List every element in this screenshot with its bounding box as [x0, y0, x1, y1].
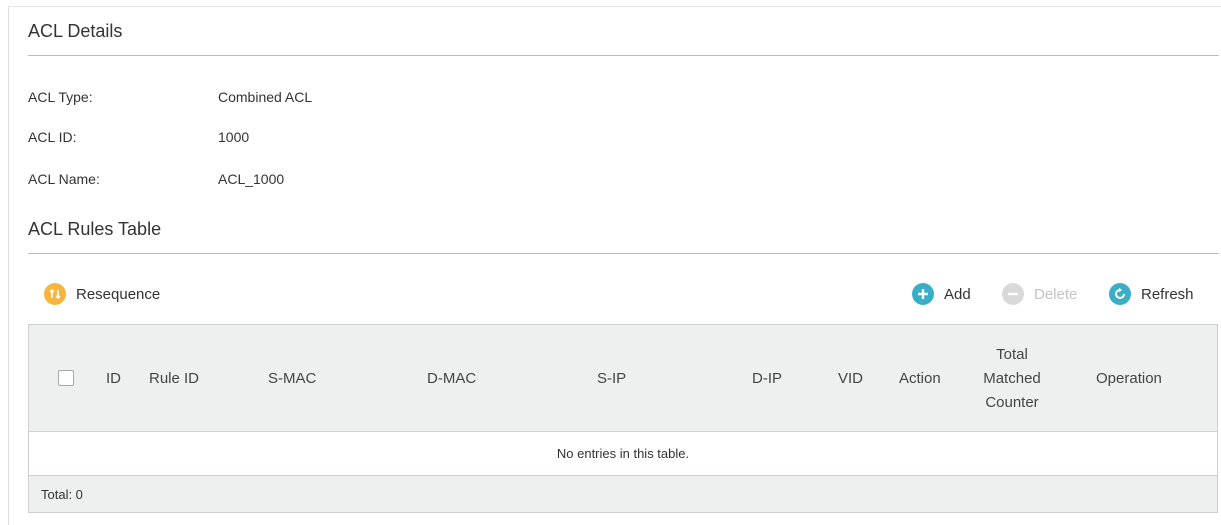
col-total-line3: Counter — [985, 393, 1039, 411]
refresh-label: Refresh — [1141, 285, 1194, 303]
acl-name-label: ACL Name: — [28, 171, 100, 187]
acl-details-divider — [28, 55, 1219, 56]
acl-rules-divider — [28, 253, 1219, 254]
acl-type-value: Combined ACL — [218, 89, 313, 105]
acl-rules-title: ACL Rules Table — [28, 219, 162, 239]
col-d-ip[interactable]: D-IP — [752, 325, 782, 432]
empty-table-message: No entries in this table. — [29, 432, 1217, 476]
acl-id-label: ACL ID: — [28, 129, 77, 145]
col-d-mac[interactable]: D-MAC — [427, 325, 476, 432]
col-id[interactable]: ID — [106, 325, 121, 432]
add-button[interactable]: Add — [912, 282, 971, 306]
select-all-checkbox[interactable] — [58, 370, 74, 386]
delete-label: Delete — [1034, 285, 1078, 303]
acl-panel: ACL Details ACL Type: Combined ACL ACL I… — [8, 6, 1221, 525]
table-header: ID Rule ID S-MAC D-MAC S-IP D-IP VID Act… — [29, 325, 1217, 432]
refresh-button[interactable]: Refresh — [1109, 282, 1194, 306]
add-label: Add — [944, 285, 971, 303]
acl-name-value: ACL_1000 — [218, 171, 285, 187]
plus-circle-icon — [912, 283, 934, 305]
minus-circle-icon — [1002, 283, 1024, 305]
col-operation[interactable]: Operation — [1096, 325, 1162, 432]
delete-button[interactable]: Delete — [1002, 282, 1077, 306]
resequence-button[interactable]: Resequence — [44, 282, 160, 306]
resequence-icon — [44, 283, 66, 305]
acl-type-label: ACL Type: — [28, 89, 93, 105]
resequence-label: Resequence — [76, 285, 161, 303]
refresh-icon — [1109, 283, 1131, 305]
col-total-line2: Matched — [983, 369, 1041, 387]
col-vid[interactable]: VID — [838, 325, 863, 432]
acl-id-value: 1000 — [218, 129, 250, 145]
col-s-ip[interactable]: S-IP — [597, 325, 626, 432]
acl-rules-table: ID Rule ID S-MAC D-MAC S-IP D-IP VID Act… — [28, 324, 1218, 513]
col-action[interactable]: Action — [899, 325, 941, 432]
col-s-mac[interactable]: S-MAC — [268, 325, 316, 432]
col-total-matched-counter[interactable]: Total Matched Counter — [977, 325, 1047, 432]
col-total-line1: Total — [996, 345, 1028, 363]
table-footer-total: Total: 0 — [29, 476, 1217, 512]
col-rule-id[interactable]: Rule ID — [149, 325, 199, 432]
acl-details-title: ACL Details — [28, 21, 123, 41]
